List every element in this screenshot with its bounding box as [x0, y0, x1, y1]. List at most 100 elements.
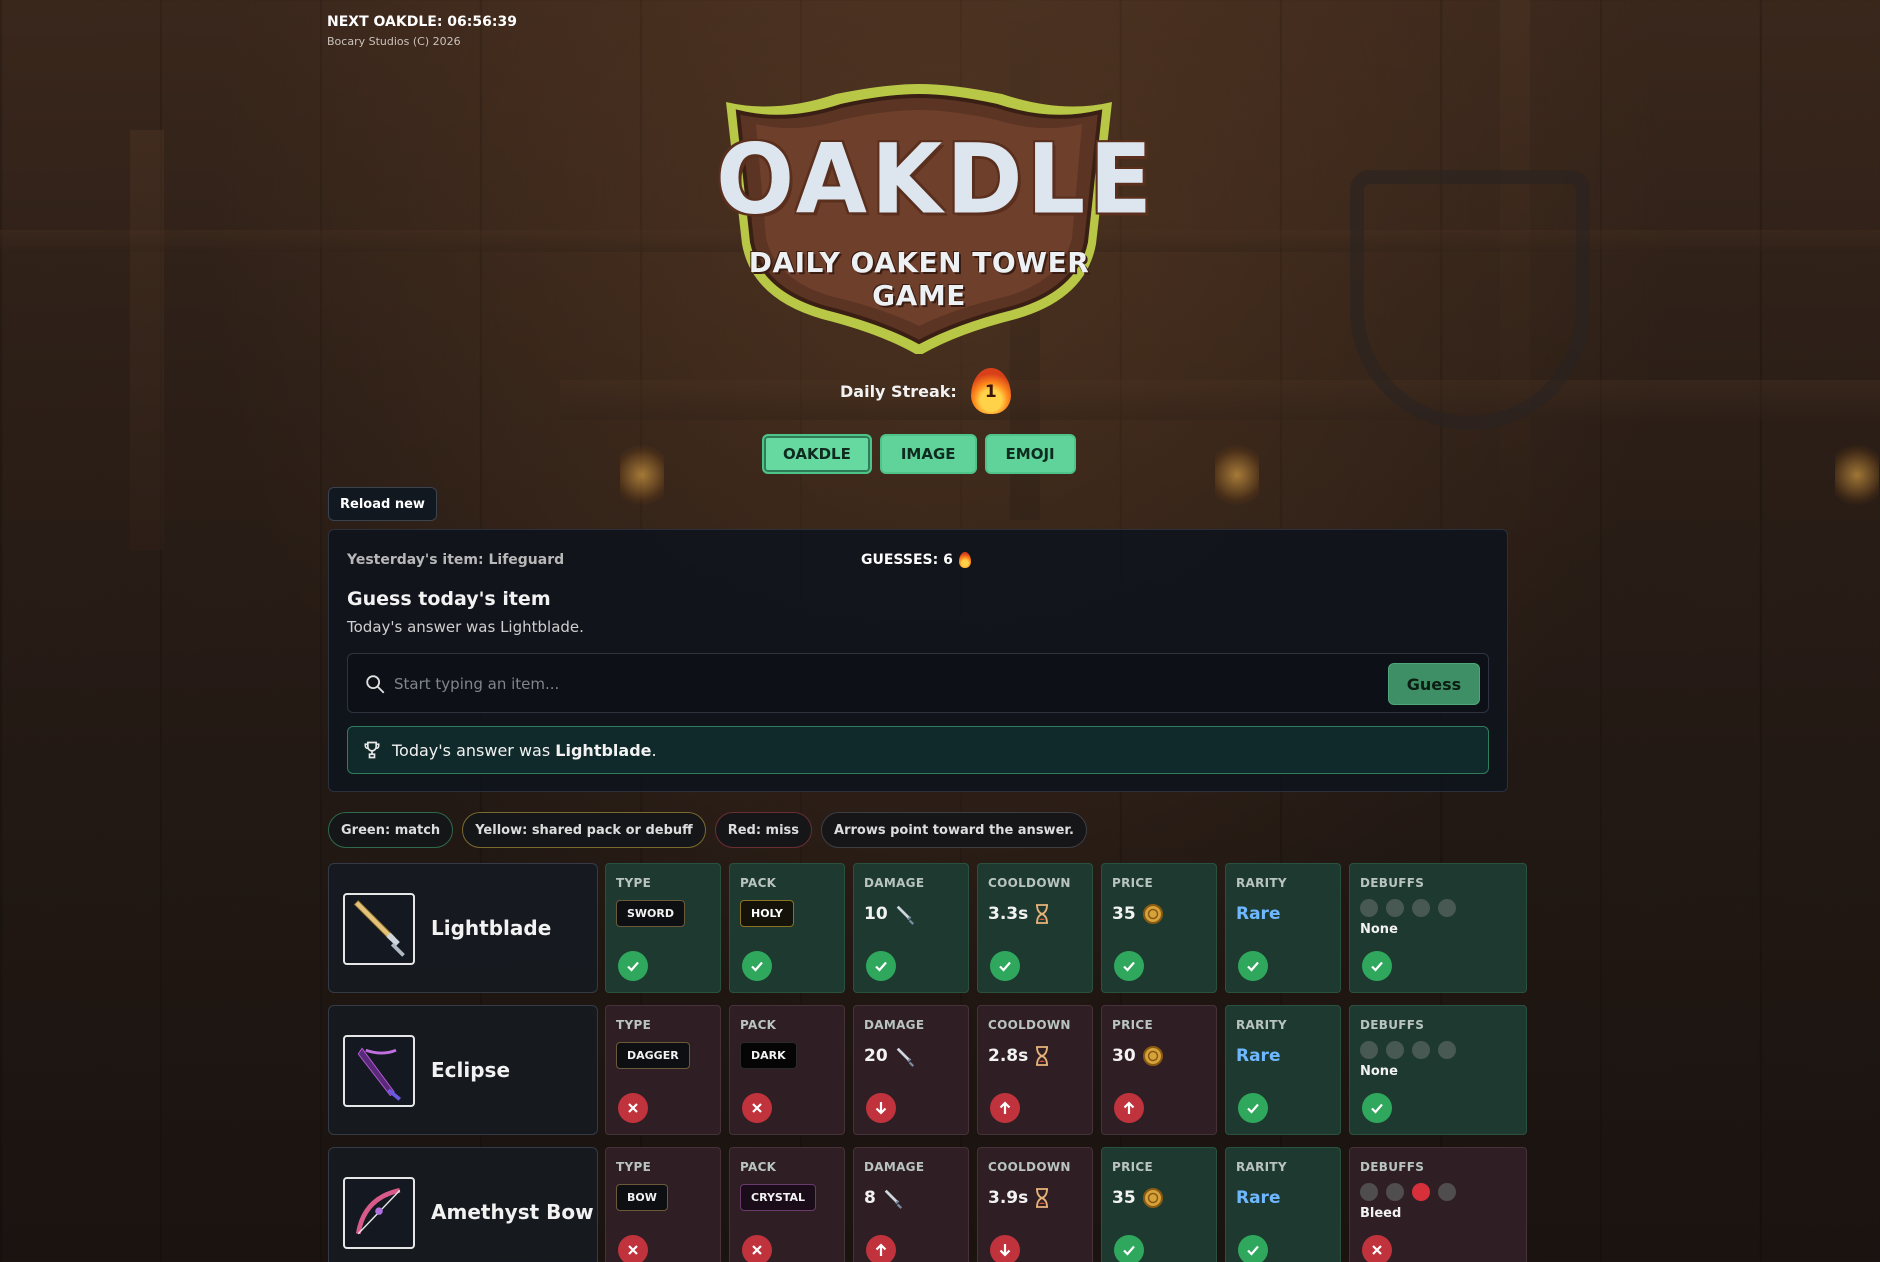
item-card: Eclipse	[328, 1005, 598, 1135]
cell-price: PRICE 35	[1101, 863, 1217, 993]
search-input[interactable]	[394, 668, 1374, 700]
cell-pack: PACK HOLY	[729, 863, 845, 993]
guess-button[interactable]: Guess	[1388, 663, 1480, 705]
item-card: Amethyst Bow	[328, 1147, 598, 1262]
rarity-value: Rare	[1236, 1188, 1281, 1208]
burn-icon	[1386, 899, 1404, 917]
pack-tag: DARK	[740, 1042, 797, 1069]
pack-tag: HOLY	[740, 900, 794, 927]
stun-icon	[1438, 1041, 1456, 1059]
item-name: Eclipse	[431, 1058, 511, 1082]
check-icon	[1238, 1235, 1268, 1262]
guess-row: Amethyst Bow TYPE BOW PACK CRYSTAL DAMAGE 8 COO…	[328, 1147, 1528, 1262]
cell-label: COOLDOWN	[988, 1018, 1071, 1032]
color-legend: Green: match Yellow: shared pack or debu…	[328, 812, 1087, 848]
cell-type: TYPE DAGGER	[605, 1005, 721, 1135]
poison-icon	[1360, 1183, 1378, 1201]
answer-name: Lightblade	[555, 740, 652, 760]
guess-row: Lightblade TYPE SWORD PACK HOLY DAMAGE 10 COOLD…	[328, 863, 1528, 993]
cell-cooldown: COOLDOWN 2.8s	[977, 1005, 1093, 1135]
guess-row: Eclipse TYPE DAGGER PACK DARK DAMAGE 20 COOLDOW…	[328, 1005, 1528, 1135]
item-image	[343, 893, 415, 965]
answer-text: Today's answer was Lightblade.	[392, 741, 657, 760]
stun-icon	[1438, 1183, 1456, 1201]
debuff-value: Bleed	[1360, 1206, 1402, 1221]
price-value: 30	[1112, 1042, 1206, 1070]
coin-icon	[1142, 1188, 1163, 1208]
bleed-icon	[1412, 1183, 1430, 1201]
cell-cooldown: COOLDOWN 3.9s	[977, 1147, 1093, 1262]
check-icon	[866, 951, 896, 981]
x-icon	[742, 1235, 772, 1262]
header-info: NEXT OAKDLE: 06:56:39 Bocary Studios (C)…	[327, 14, 517, 48]
price-number: 35	[1112, 1188, 1136, 1208]
search-box: Guess	[347, 653, 1489, 713]
cell-label: PACK	[740, 1160, 777, 1174]
sword-icon	[896, 905, 914, 925]
cell-label: DAMAGE	[864, 876, 925, 890]
cell-pack: PACK DARK	[729, 1005, 845, 1135]
cell-pack: PACK CRYSTAL	[729, 1147, 845, 1262]
background-lantern	[1215, 440, 1259, 510]
background-beam	[560, 380, 1880, 420]
cell-debuffs: DEBUFFS Bleed	[1349, 1147, 1527, 1262]
arrow-down-icon	[866, 1093, 896, 1123]
background-lantern	[1835, 440, 1879, 510]
cooldown-number: 2.8s	[988, 1046, 1029, 1066]
tab-emoji[interactable]: EMOJI	[984, 434, 1076, 474]
cell-label: DAMAGE	[864, 1160, 925, 1174]
cell-label: DEBUFFS	[1360, 876, 1425, 890]
debuff-value: None	[1360, 1064, 1398, 1079]
arrow-down-icon	[990, 1235, 1020, 1262]
trophy-icon	[364, 741, 380, 759]
x-icon	[1362, 1235, 1392, 1262]
damage-value: 20	[864, 1042, 958, 1070]
price-value: 35	[1112, 1184, 1206, 1212]
burn-icon	[1386, 1183, 1404, 1201]
cell-rarity: RARITY Rare	[1225, 1147, 1341, 1262]
search-icon	[366, 675, 385, 694]
cell-label: DEBUFFS	[1360, 1018, 1425, 1032]
cooldown-value: 2.8s	[988, 1042, 1082, 1070]
check-icon	[990, 951, 1020, 981]
cell-label: RARITY	[1236, 1018, 1287, 1032]
cell-label: PACK	[740, 876, 777, 890]
flame-icon: 1	[970, 368, 1011, 414]
item-image	[343, 1177, 415, 1249]
damage-number: 8	[864, 1188, 876, 1208]
next-oakdle-timer: NEXT OAKDLE: 06:56:39	[327, 14, 517, 30]
check-icon	[1362, 951, 1392, 981]
check-icon	[618, 951, 648, 981]
flame-icon	[958, 552, 971, 568]
guess-panel: Yesterday's item: Lifeguard GUESSES: 6 G…	[328, 529, 1508, 792]
cell-label: PRICE	[1112, 876, 1154, 890]
cooldown-value: 3.9s	[988, 1184, 1082, 1212]
answer-banner: Today's answer was Lightblade.	[347, 726, 1489, 774]
damage-value: 8	[864, 1184, 958, 1212]
legend-yellow: Yellow: shared pack or debuff	[462, 812, 706, 848]
debuff-icons	[1360, 1182, 1516, 1202]
arrow-up-icon	[866, 1235, 896, 1262]
logo-title: OAKDLE	[716, 123, 1157, 236]
cell-debuffs: DEBUFFS None	[1349, 863, 1527, 993]
cell-rarity: RARITY Rare	[1225, 863, 1341, 993]
x-icon	[742, 1093, 772, 1123]
tab-oakdle[interactable]: OAKDLE	[762, 434, 872, 474]
reload-new-button[interactable]: Reload new	[328, 487, 437, 521]
check-icon	[1238, 1093, 1268, 1123]
hourglass-icon	[1036, 1046, 1049, 1066]
hourglass-icon	[1036, 904, 1049, 924]
arrow-up-icon	[1114, 1093, 1144, 1123]
tab-image[interactable]: IMAGE	[879, 434, 977, 474]
damage-number: 10	[864, 904, 888, 924]
streak-count: 1	[984, 382, 997, 402]
legend-red: Red: miss	[714, 812, 813, 848]
x-icon	[618, 1093, 648, 1123]
item-name: Amethyst Bow	[431, 1200, 594, 1224]
check-icon	[1362, 1093, 1392, 1123]
cell-type: TYPE SWORD	[605, 863, 721, 993]
cell-cooldown: COOLDOWN 3.3s	[977, 863, 1093, 993]
coin-icon	[1142, 904, 1163, 924]
cell-price: PRICE 30	[1101, 1005, 1217, 1135]
item-card: Lightblade	[328, 863, 598, 993]
